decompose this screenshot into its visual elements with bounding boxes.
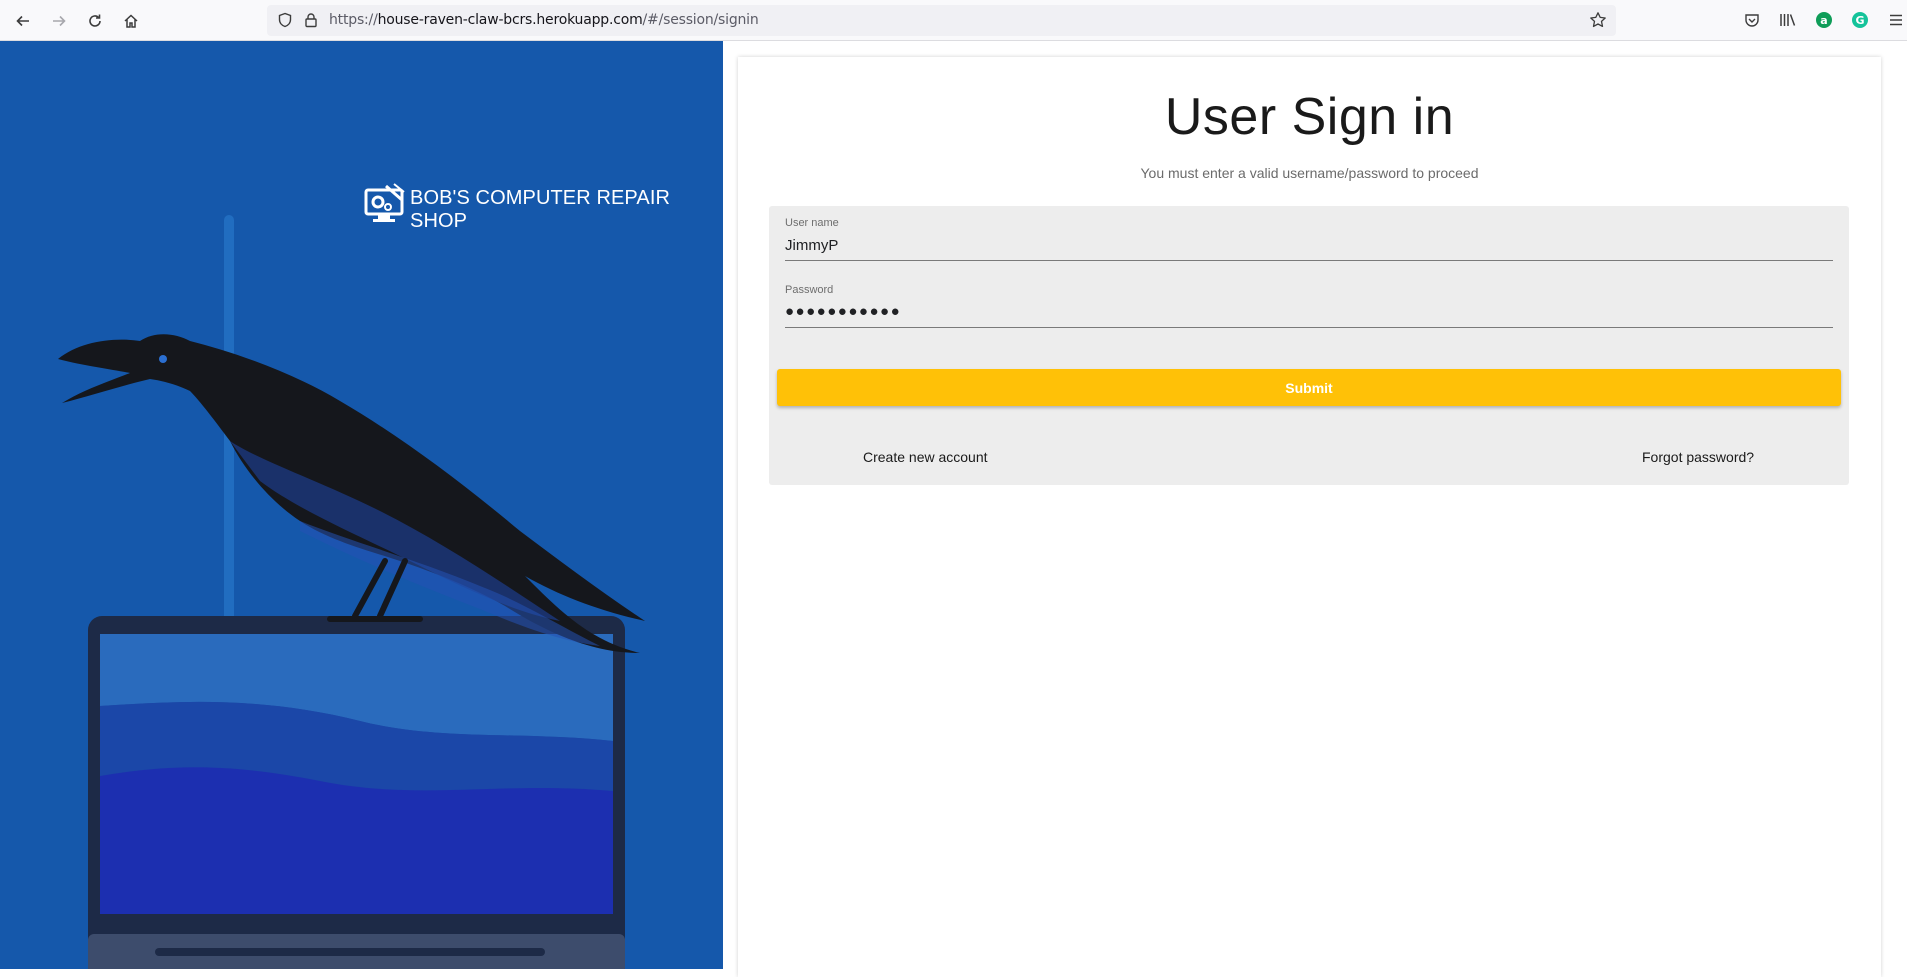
reload-icon[interactable] bbox=[83, 9, 107, 33]
password-input[interactable]: ●●●●●●●●●●● bbox=[785, 303, 901, 320]
lock-icon[interactable] bbox=[303, 12, 319, 33]
hero-panel: BOB'S COMPUTER REPAIR SHOP bbox=[0, 41, 723, 969]
username-label: User name bbox=[785, 217, 839, 229]
browser-toolbar: https://house-raven-claw-bcrs.herokuapp.… bbox=[0, 0, 1907, 41]
password-label: Password bbox=[785, 284, 834, 296]
username-field[interactable]: User name JimmyP bbox=[785, 206, 1833, 261]
url-text[interactable]: https://house-raven-claw-bcrs.herokuapp.… bbox=[329, 12, 759, 28]
signin-card: User Sign in You must enter a valid user… bbox=[738, 57, 1881, 977]
extension-g-icon[interactable]: G bbox=[1850, 10, 1870, 30]
url-prefix: https:// bbox=[329, 12, 378, 28]
submit-button[interactable]: Submit bbox=[777, 369, 1841, 406]
url-path: /#/session/signin bbox=[642, 12, 759, 28]
password-field[interactable]: Password ●●●●●●●●●●● bbox=[785, 273, 1833, 328]
extension-a-badge: a bbox=[1816, 12, 1832, 28]
menu-icon[interactable] bbox=[1886, 10, 1906, 30]
page-title: User Sign in bbox=[1164, 88, 1455, 146]
url-host: house-raven-claw-bcrs.herokuapp.com bbox=[377, 12, 643, 28]
forgot-password-link[interactable]: Forgot password? bbox=[1642, 449, 1754, 465]
pocket-icon[interactable] bbox=[1742, 10, 1762, 30]
page-subtitle: You must enter a valid username/password… bbox=[1140, 165, 1479, 181]
brand: BOB'S COMPUTER REPAIR SHOP bbox=[364, 177, 723, 233]
forward-icon[interactable] bbox=[47, 9, 71, 33]
computer-repair-logo-icon bbox=[364, 182, 406, 229]
address-bar[interactable]: https://house-raven-claw-bcrs.herokuapp.… bbox=[267, 5, 1616, 36]
create-account-link[interactable]: Create new account bbox=[863, 449, 988, 465]
home-icon[interactable] bbox=[119, 9, 143, 33]
extension-g-badge: G bbox=[1852, 12, 1868, 28]
extension-a-icon[interactable]: a bbox=[1814, 10, 1834, 30]
back-icon[interactable] bbox=[11, 9, 35, 33]
signin-form: User name JimmyP Password ●●●●●●●●●●● Su… bbox=[769, 206, 1849, 485]
library-icon[interactable] bbox=[1778, 10, 1798, 30]
shield-icon[interactable] bbox=[277, 12, 293, 33]
bookmark-star-icon[interactable] bbox=[1589, 11, 1607, 34]
username-input[interactable]: JimmyP bbox=[785, 237, 838, 254]
brand-name: BOB'S COMPUTER REPAIR SHOP bbox=[410, 187, 671, 232]
